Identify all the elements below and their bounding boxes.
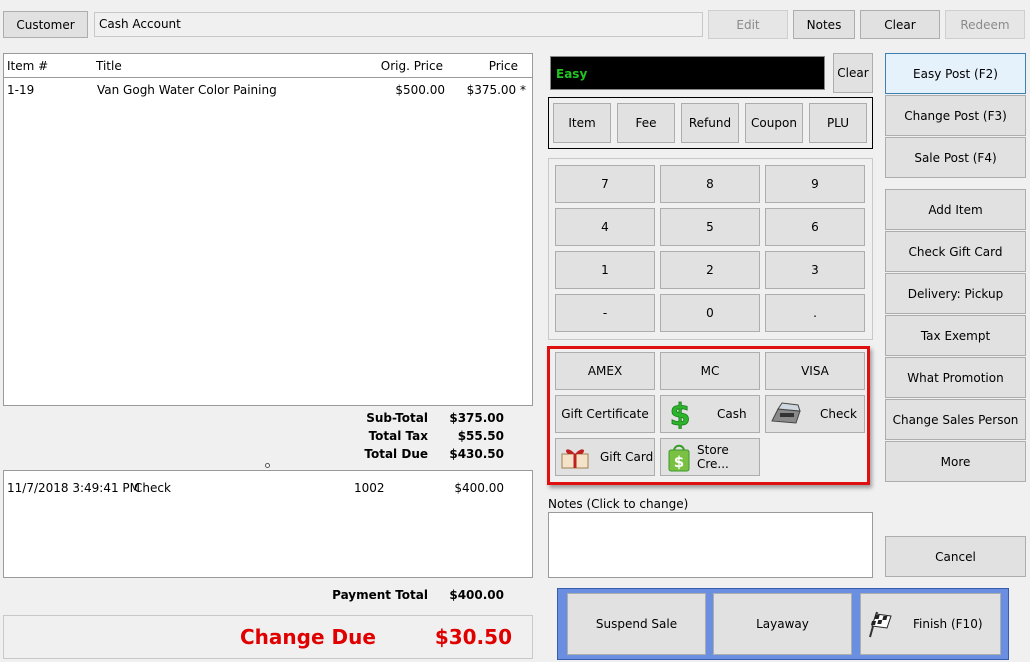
- payment-method: Check: [134, 481, 171, 495]
- total-due-label: Total Due: [364, 447, 428, 461]
- tax-exempt-button[interactable]: Tax Exempt: [885, 315, 1026, 356]
- splitter-handle[interactable]: [265, 463, 270, 468]
- gift-icon: [560, 444, 590, 470]
- notes-button[interactable]: Notes: [793, 10, 855, 39]
- col-item-number: Item #: [7, 59, 49, 73]
- clear-button[interactable]: Clear: [860, 10, 940, 39]
- gift-card-label: Gift Card: [600, 450, 654, 464]
- change-due-value: $30.50: [434, 625, 512, 649]
- change-due-panel: Change Due $30.50: [3, 615, 533, 659]
- coupon-button[interactable]: Coupon: [745, 103, 803, 143]
- col-title: Title: [96, 59, 122, 73]
- key-minus[interactable]: -: [555, 294, 655, 332]
- items-table[interactable]: Item # Title Orig. Price Price 1-19 Van …: [3, 53, 533, 406]
- suspend-sale-button[interactable]: Suspend Sale: [567, 593, 706, 655]
- key-decimal[interactable]: .: [765, 294, 865, 332]
- cash-label: Cash: [717, 407, 747, 421]
- total-due-value: $430.50: [449, 447, 504, 461]
- total-tax-value: $55.50: [457, 429, 504, 443]
- finish-button[interactable]: Finish (F10): [860, 593, 1001, 655]
- key-7[interactable]: 7: [555, 165, 655, 203]
- col-orig-price: Orig. Price: [380, 59, 443, 73]
- entry-display: Easy: [550, 56, 825, 90]
- key-8[interactable]: 8: [660, 165, 760, 203]
- customer-value: Cash Account: [99, 17, 181, 31]
- key-9[interactable]: 9: [765, 165, 865, 203]
- payment-total-label: Payment Total: [332, 588, 428, 602]
- cash-button[interactable]: $ Cash: [660, 395, 760, 433]
- table-row[interactable]: 1-19 Van Gogh Water Color Paining $500.0…: [4, 82, 532, 100]
- cancel-button[interactable]: Cancel: [885, 536, 1026, 577]
- visa-button[interactable]: VISA: [765, 352, 865, 390]
- checkered-flag-icon: [867, 610, 893, 638]
- delivery-button[interactable]: Delivery: Pickup: [885, 273, 1026, 314]
- check-writer-icon: [770, 401, 802, 427]
- finish-label: Finish (F10): [913, 617, 983, 631]
- edit-button[interactable]: Edit: [708, 10, 788, 39]
- cell-price: $375.00 *: [466, 83, 526, 97]
- check-gift-card-button[interactable]: Check Gift Card: [885, 231, 1026, 272]
- shopping-bag-icon: $: [667, 442, 691, 472]
- key-4[interactable]: 4: [555, 208, 655, 246]
- cell-title: Van Gogh Water Color Paining: [97, 83, 277, 97]
- key-1[interactable]: 1: [555, 251, 655, 289]
- cell-orig-price: $500.00: [395, 83, 445, 97]
- payment-ref: 1002: [354, 481, 385, 495]
- refund-button[interactable]: Refund: [681, 103, 739, 143]
- gift-card-button[interactable]: Gift Card: [555, 438, 655, 476]
- plu-button[interactable]: PLU: [809, 103, 867, 143]
- total-tax-label: Total Tax: [368, 429, 428, 443]
- redeem-button[interactable]: Redeem: [945, 10, 1025, 39]
- customer-field[interactable]: Cash Account: [94, 12, 703, 37]
- check-label: Check: [820, 407, 857, 421]
- subtotal-label: Sub-Total: [366, 411, 428, 425]
- list-item[interactable]: 11/7/2018 3:49:41 PM Check 1002 $400.00: [4, 480, 532, 498]
- item-button[interactable]: Item: [553, 103, 611, 143]
- entry-mode-text: Easy: [556, 67, 588, 81]
- sale-post-button[interactable]: Sale Post (F4): [885, 137, 1026, 178]
- notes-box[interactable]: [548, 512, 873, 578]
- key-5[interactable]: 5: [660, 208, 760, 246]
- key-0[interactable]: 0: [660, 294, 760, 332]
- dollar-icon: $: [667, 399, 693, 429]
- amex-button[interactable]: AMEX: [555, 352, 655, 390]
- payment-total-value: $400.00: [449, 588, 504, 602]
- items-table-header: Item # Title Orig. Price Price: [4, 54, 532, 78]
- easy-post-button[interactable]: Easy Post (F2): [885, 53, 1026, 94]
- payment-amount: $400.00: [454, 481, 504, 495]
- cell-item-number: 1-19: [7, 83, 35, 97]
- svg-text:$: $: [670, 399, 691, 429]
- notes-label[interactable]: Notes (Click to change): [548, 497, 688, 511]
- change-due-label: Change Due: [240, 625, 376, 649]
- svg-text:$: $: [674, 453, 684, 471]
- key-6[interactable]: 6: [765, 208, 865, 246]
- key-2[interactable]: 2: [660, 251, 760, 289]
- gift-certificate-button[interactable]: Gift Certificate: [555, 395, 655, 433]
- fee-button[interactable]: Fee: [617, 103, 675, 143]
- store-credit-button[interactable]: $ Store Cre...: [660, 438, 760, 476]
- more-button[interactable]: More: [885, 441, 1026, 482]
- layaway-button[interactable]: Layaway: [713, 593, 852, 655]
- key-3[interactable]: 3: [765, 251, 865, 289]
- check-button[interactable]: Check: [765, 395, 865, 433]
- mc-button[interactable]: MC: [660, 352, 760, 390]
- store-credit-label: Store Cre...: [697, 443, 729, 471]
- col-price: Price: [488, 59, 518, 73]
- subtotal-value: $375.00: [449, 411, 504, 425]
- entry-clear-button[interactable]: Clear: [833, 53, 873, 93]
- add-item-button[interactable]: Add Item: [885, 189, 1026, 230]
- payment-date: 11/7/2018 3:49:41 PM: [7, 481, 141, 495]
- what-promotion-button[interactable]: What Promotion: [885, 357, 1026, 398]
- customer-button[interactable]: Customer: [3, 11, 88, 38]
- payments-list[interactable]: 11/7/2018 3:49:41 PM Check 1002 $400.00: [3, 470, 533, 578]
- change-sales-person-button[interactable]: Change Sales Person: [885, 399, 1026, 440]
- change-post-button[interactable]: Change Post (F3): [885, 95, 1026, 136]
